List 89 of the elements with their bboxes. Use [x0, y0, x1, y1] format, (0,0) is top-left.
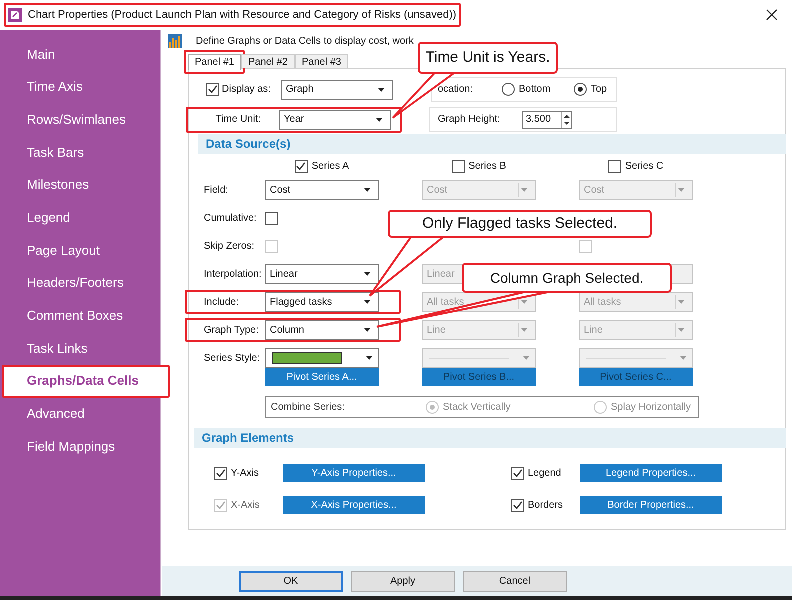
- field-label: Cumulative:: [204, 212, 258, 226]
- field-label: Graph Type:: [204, 324, 260, 338]
- option-label: Stack Vertically: [443, 400, 511, 414]
- option-label: Top: [591, 83, 608, 97]
- sidebar-item[interactable]: Task Bars: [0, 136, 160, 169]
- field-label: Skip Zeros:: [204, 240, 256, 254]
- caret-icon: [378, 88, 384, 92]
- caret-icon: [678, 300, 685, 304]
- dropdown[interactable]: Linear: [265, 264, 379, 284]
- series-label: Series C: [625, 160, 664, 174]
- chart-icon: [168, 34, 182, 48]
- dropdown[interactable]: Graph: [281, 80, 393, 100]
- sidebar-item[interactable]: Milestones: [0, 168, 160, 202]
- field-label: Series Style:: [204, 352, 262, 366]
- caret-icon: [521, 188, 528, 192]
- properties-button[interactable]: Legend Properties...: [580, 464, 722, 482]
- sidebar-item[interactable]: Rows/Swimlanes: [0, 103, 160, 136]
- dropdown[interactable]: Year: [279, 110, 391, 130]
- caret-icon: [364, 300, 370, 304]
- checkbox[interactable]: [294, 160, 308, 172]
- properties-button[interactable]: Y-Axis Properties...: [283, 464, 425, 482]
- field-label: Combine Series:: [271, 400, 346, 414]
- checkbox[interactable]: [608, 160, 622, 172]
- caret-icon: [680, 356, 687, 360]
- sidebar-item[interactable]: Main: [0, 38, 160, 71]
- intro-text: Define Graphs or Data Cells to display cost, work: [196, 34, 414, 48]
- tab[interactable]: Panel #2: [241, 54, 295, 68]
- section-title: Graph Elements: [202, 430, 294, 447]
- callout-tooltip: Column Graph Selected.: [462, 263, 672, 293]
- dropdown[interactable]: Cost: [265, 180, 379, 200]
- app-icon: [8, 8, 22, 22]
- caret-icon: [364, 188, 370, 192]
- sidebar-item[interactable]: Time Axis: [0, 70, 160, 104]
- checkbox-label: X-Axis: [231, 498, 260, 512]
- option-label: Splay Horizontally: [611, 400, 692, 414]
- field-label: Graph Height:: [438, 113, 502, 127]
- sidebar-item[interactable]: Comment Boxes: [0, 300, 160, 332]
- option-label: Bottom: [519, 83, 551, 97]
- field-label: ocation:: [438, 83, 474, 97]
- caret-icon: [523, 356, 530, 360]
- style-dropdown[interactable]: [265, 348, 379, 368]
- section-title: Data Source(s): [206, 136, 291, 153]
- caret-icon: [678, 188, 685, 192]
- field-label: Field:: [204, 184, 230, 198]
- caret-icon: [366, 356, 373, 360]
- sidebar-item[interactable]: Page Layout: [0, 234, 160, 267]
- field-label: Display as:: [222, 83, 271, 97]
- tab[interactable]: Panel #1: [188, 54, 242, 70]
- checkbox-label: Borders: [528, 498, 564, 512]
- field-label: Include:: [204, 296, 240, 310]
- callout-tooltip: Only Flagged tasks Selected.: [388, 210, 652, 238]
- callout-tooltip: Time Unit is Years.: [418, 42, 558, 74]
- caret-icon: [364, 328, 370, 332]
- dialog-button[interactable]: OK: [239, 570, 343, 592]
- caret-icon: [521, 300, 528, 304]
- checkbox-label: Y-Axis: [231, 466, 259, 480]
- dropdown[interactable]: Flagged tasks: [265, 292, 379, 312]
- spinner-field[interactable]: 3.500: [522, 110, 572, 128]
- sidebar-item[interactable]: Legend: [0, 201, 160, 234]
- field-label: Interpolation:: [204, 268, 263, 282]
- series-label: Series A: [312, 160, 350, 174]
- checkbox-label: Legend: [528, 466, 562, 480]
- radio-button[interactable]: [502, 83, 515, 96]
- caret-icon: [678, 328, 685, 332]
- caret-icon: [376, 118, 382, 122]
- checkbox[interactable]: [511, 498, 524, 512]
- sidebar-item[interactable]: Graphs/Data Cells: [2, 364, 170, 398]
- field-label: Time Unit:: [214, 113, 262, 127]
- series-label: Series B: [468, 160, 506, 174]
- dialog-button[interactable]: Apply: [351, 570, 455, 592]
- properties-button[interactable]: Border Properties...: [580, 496, 722, 514]
- window-title: Chart Properties (Product Launch Plan with Resource and Category of Risks (unsaved)): [28, 8, 457, 23]
- sidebar-item[interactable]: Task Links: [0, 332, 160, 365]
- close-icon[interactable]: [766, 9, 778, 21]
- dialog-button[interactable]: Cancel: [463, 570, 567, 592]
- tab[interactable]: Panel #3: [294, 54, 348, 68]
- radio-button[interactable]: [574, 83, 587, 96]
- checkbox[interactable]: [511, 466, 524, 480]
- sidebar-item[interactable]: Advanced: [0, 398, 160, 430]
- checkbox[interactable]: [452, 160, 465, 172]
- pivot-button[interactable]: Pivot Series A...: [265, 368, 379, 386]
- caret-icon: [364, 272, 370, 276]
- checkbox[interactable]: [206, 83, 219, 96]
- dropdown[interactable]: Column: [265, 320, 379, 340]
- sidebar-item[interactable]: Headers/Footers: [0, 266, 160, 300]
- sidebar-item[interactable]: Field Mappings: [0, 430, 160, 463]
- checkbox[interactable]: [265, 212, 278, 224]
- checkbox[interactable]: [214, 466, 227, 480]
- spinner-arrows-icon[interactable]: [561, 112, 571, 128]
